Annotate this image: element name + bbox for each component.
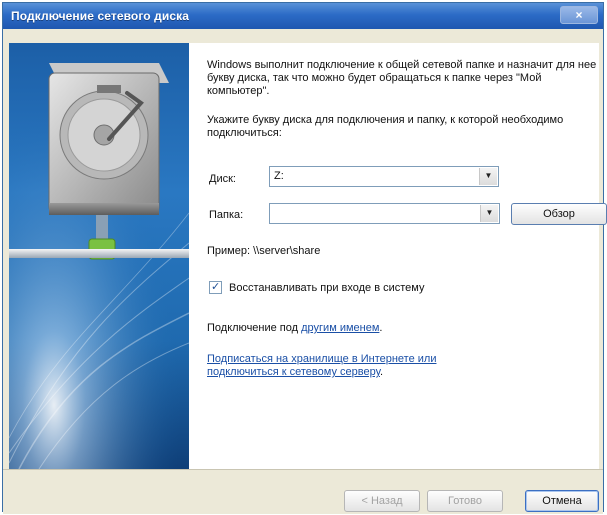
connect-as-text: Подключение под другим именем. <box>207 322 382 335</box>
cancel-button[interactable]: Отмена <box>525 490 599 512</box>
map-network-drive-dialog: Подключение сетевого диска × Windows вып… <box>2 2 607 514</box>
network-drive-icon <box>9 43 189 469</box>
prompt-text: Укажите букву диска для подключения и па… <box>207 114 564 139</box>
connect-as-suffix: . <box>379 322 383 334</box>
online-storage-suffix: . <box>379 366 384 378</box>
drive-value: Z: <box>274 170 284 182</box>
browse-button[interactable]: Обзор <box>511 203 607 225</box>
online-storage-text: Подписаться на хранилище в Интернете или… <box>207 353 469 379</box>
finish-button[interactable]: Готово <box>427 490 503 512</box>
online-storage-link[interactable]: Подписаться на хранилище в Интернете или… <box>207 353 436 378</box>
close-icon: × <box>575 8 583 22</box>
reconnect-label[interactable]: Восстанавливать при входе в систему <box>229 282 424 294</box>
checkmark-icon: ✓ <box>211 281 221 293</box>
connect-as-prefix: Подключение под <box>207 322 302 334</box>
connect-as-link[interactable]: другим именем <box>301 322 379 334</box>
network-drive-illustration <box>9 43 189 469</box>
close-button[interactable]: × <box>560 6 598 24</box>
chevron-down-icon[interactable]: ▼ <box>480 205 498 222</box>
back-button[interactable]: < Назад <box>344 490 420 512</box>
example-text: Пример: \\server\share <box>207 245 321 257</box>
reconnect-checkbox[interactable]: ✓ <box>209 281 222 294</box>
drive-select[interactable]: Z: ▼ <box>269 166 499 187</box>
window-title: Подключение сетевого диска <box>11 9 189 23</box>
title-bar[interactable]: Подключение сетевого диска × <box>3 3 603 29</box>
folder-label: Папка: <box>209 209 244 221</box>
folder-input[interactable]: ▼ <box>269 203 500 224</box>
chevron-down-icon[interactable]: ▼ <box>479 168 497 185</box>
dialog-footer: < Назад Готово Отмена <box>3 469 603 514</box>
content-panel: Windows выполнит подключение к общей сет… <box>189 43 607 469</box>
drive-label: Диск: <box>209 173 236 185</box>
intro-text: Windows выполнит подключение к общей сет… <box>207 59 597 97</box>
